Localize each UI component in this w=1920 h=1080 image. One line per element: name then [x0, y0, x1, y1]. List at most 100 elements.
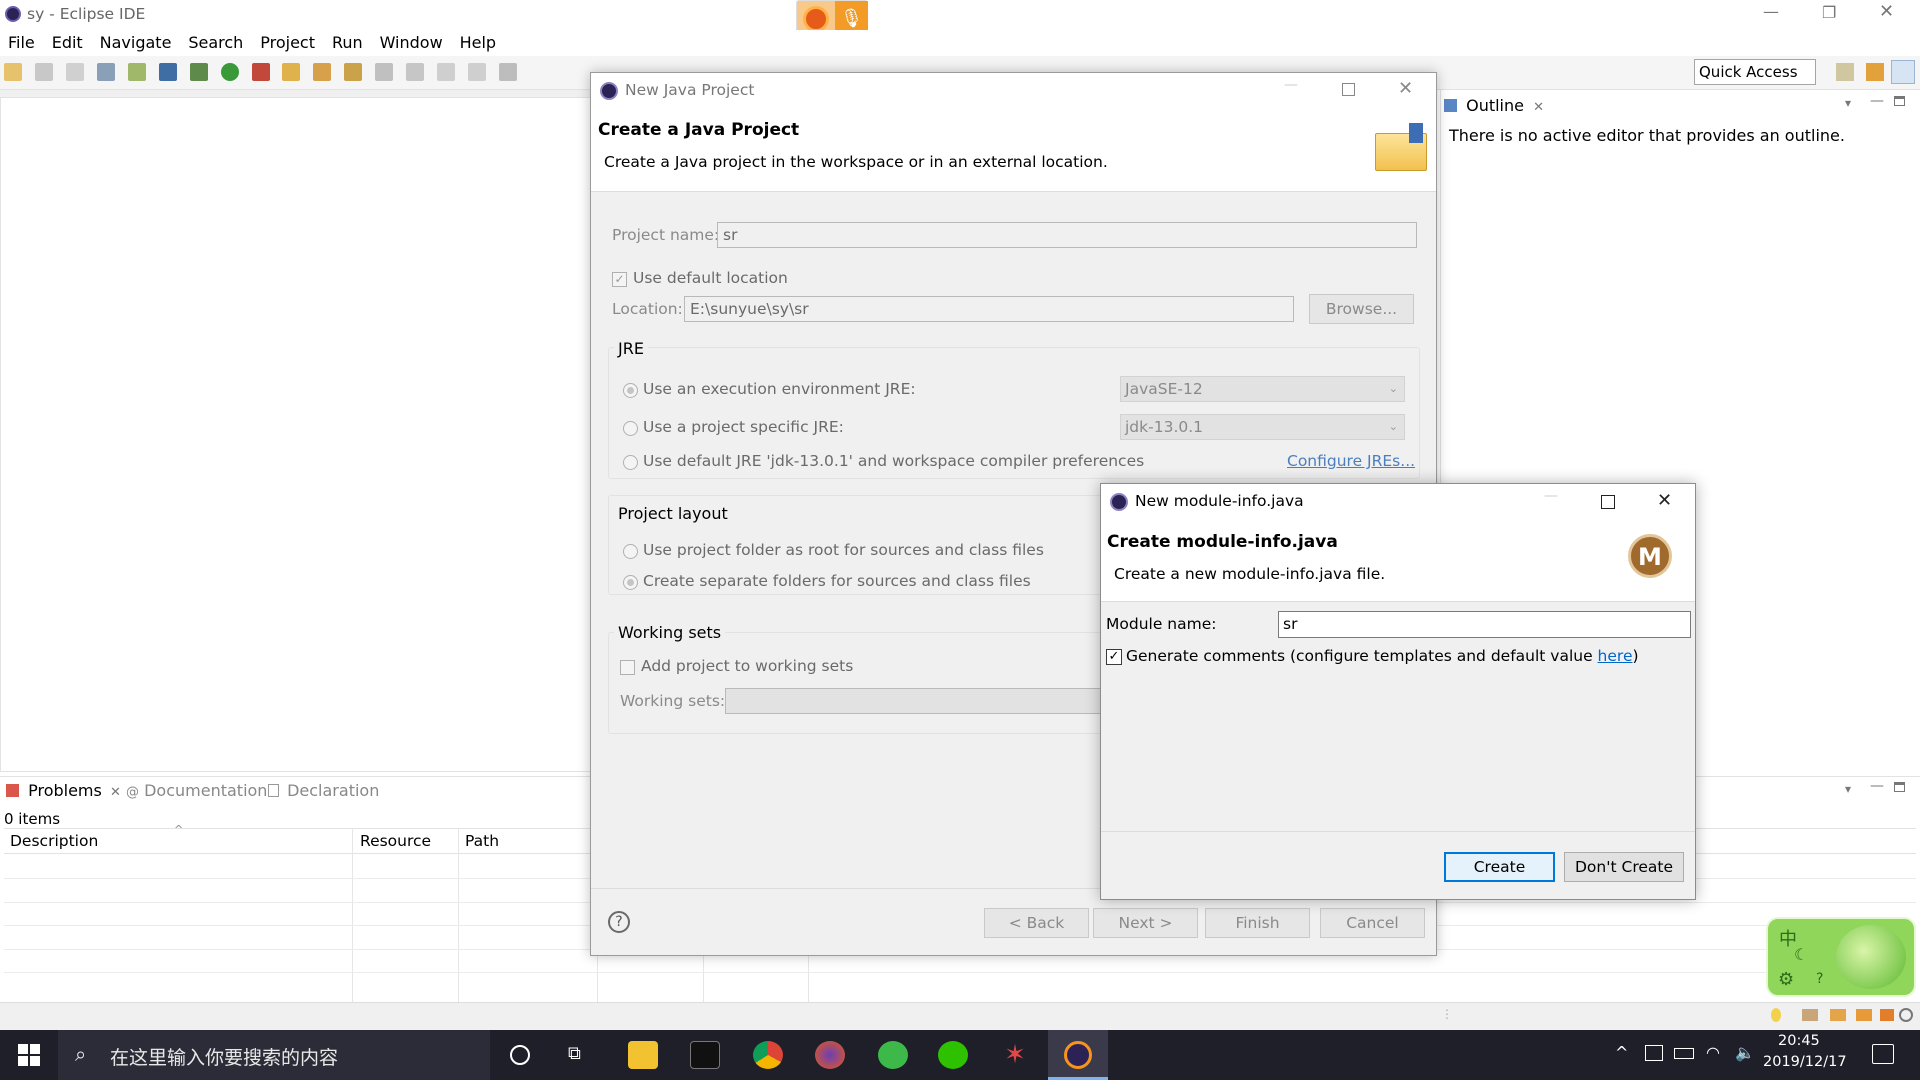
wechat-icon[interactable] [938, 1041, 968, 1069]
coverage-icon[interactable] [251, 63, 270, 81]
menu-navigate[interactable]: Navigate [94, 30, 178, 55]
chrome-icon[interactable] [753, 1041, 783, 1069]
menu-run[interactable]: Run [326, 30, 369, 55]
maximize-icon[interactable] [1601, 495, 1615, 509]
open-folder-icon[interactable] [282, 63, 301, 81]
outline-maximize-icon[interactable] [1894, 96, 1905, 106]
firefox-icon[interactable] [815, 1041, 845, 1069]
menu-help[interactable]: Help [454, 30, 502, 55]
menu-project[interactable]: Project [254, 30, 321, 55]
tray-overflow-icon[interactable]: ^ [1615, 1043, 1628, 1062]
close-tab-icon[interactable]: ✕ [110, 785, 121, 800]
cortana-icon[interactable] [510, 1045, 530, 1065]
jre-default-radio[interactable] [623, 455, 638, 470]
col-description[interactable]: Description [10, 832, 98, 850]
create-button[interactable]: Create [1444, 852, 1555, 882]
module-name-input[interactable]: sr [1278, 611, 1691, 638]
outline-view-menu-icon[interactable]: ▾ [1845, 96, 1851, 110]
col-resource[interactable]: Resource [360, 832, 431, 850]
debug-icon[interactable] [189, 63, 208, 81]
minimize-icon[interactable]: — [1763, 2, 1779, 21]
firefox-icon[interactable] [803, 6, 829, 32]
open-project-icon[interactable] [344, 63, 363, 81]
minimize-icon[interactable]: — [1284, 77, 1298, 93]
close-icon[interactable]: ✕ [1879, 1, 1894, 22]
project-name-input[interactable]: sr [717, 222, 1417, 248]
clock-date[interactable]: 2019/12/17 [1763, 1054, 1847, 1070]
bottom-maximize-icon[interactable] [1894, 782, 1905, 792]
java-ee-perspective-icon[interactable] [1866, 63, 1884, 81]
next-button[interactable]: Next > [1093, 908, 1198, 938]
generate-comments-checkbox[interactable]: ✓ [1106, 649, 1122, 665]
back-button[interactable]: < Back [984, 908, 1089, 938]
jre-env-select[interactable]: JavaSE-12 ⌄ [1120, 376, 1405, 402]
jre-env-radio[interactable] [623, 383, 638, 398]
network-tool-icon[interactable]: ✶ [1000, 1041, 1030, 1069]
forward-icon[interactable] [468, 63, 487, 81]
ime-floating-panel[interactable]: 中 ☾ ⚙ ? [1766, 917, 1916, 997]
file-explorer-icon[interactable] [628, 1041, 658, 1069]
menu-window[interactable]: Window [374, 30, 449, 55]
open-perspective-icon[interactable] [1836, 63, 1854, 81]
finish-button[interactable]: Finish [1205, 908, 1310, 938]
menu-edit[interactable]: Edit [46, 30, 89, 55]
location-input[interactable]: E:\sunyue\sy\sr [684, 296, 1294, 322]
configure-jres-link[interactable]: Configure JREs... [1287, 452, 1415, 470]
outline-minimize-icon[interactable]: — [1870, 93, 1884, 109]
browse-button[interactable]: Browse... [1309, 294, 1414, 324]
tray-app-icon[interactable] [1645, 1045, 1663, 1061]
eclipse-taskbar-item[interactable] [1048, 1030, 1108, 1080]
new-icon[interactable] [4, 63, 22, 81]
status-tool-icon[interactable] [1830, 1009, 1846, 1021]
restore-icon[interactable]: ❐ [1822, 3, 1836, 22]
jre-specific-radio[interactable] [623, 421, 638, 436]
ime-help-icon[interactable]: ? [1816, 971, 1823, 987]
volume-icon[interactable]: 🔈 [1735, 1043, 1755, 1062]
ime-settings-icon[interactable]: ⚙ [1778, 969, 1794, 990]
col-path[interactable]: Path [465, 832, 499, 850]
close-icon[interactable]: ✕ [1657, 490, 1672, 511]
back-icon[interactable] [437, 63, 456, 81]
tab-documentation[interactable]: @ Documentation [126, 781, 267, 800]
close-tab-icon[interactable]: ✕ [1533, 100, 1544, 115]
outline-tab[interactable]: Outline ✕ [1444, 96, 1544, 120]
tab-problems[interactable]: Problems ✕ [6, 781, 121, 800]
taskbar-search-box[interactable]: ⌕ 在这里输入你要搜索的内容 [58, 1030, 490, 1080]
layout-separate-radio[interactable] [623, 575, 638, 590]
pin-icon[interactable] [499, 63, 517, 81]
save-all-icon[interactable] [65, 63, 84, 81]
save-icon[interactable] [34, 63, 53, 81]
cancel-button[interactable]: Cancel [1320, 908, 1425, 938]
next-annotation-icon[interactable] [406, 63, 425, 81]
java-perspective-icon[interactable] [1891, 60, 1915, 84]
task-view-icon[interactable]: ⧉ [568, 1043, 590, 1065]
tip-icon[interactable] [1771, 1008, 1781, 1022]
help-icon[interactable]: ? [608, 911, 630, 933]
menu-file[interactable]: File [0, 30, 41, 55]
close-icon[interactable]: ✕ [1398, 78, 1413, 99]
layout-root-radio[interactable] [623, 544, 638, 559]
menu-search[interactable]: Search [182, 30, 249, 55]
bottom-minimize-icon[interactable]: — [1870, 778, 1884, 794]
maximize-icon[interactable] [1342, 83, 1355, 96]
run-icon[interactable] [220, 63, 239, 81]
dont-create-button[interactable]: Don't Create [1564, 852, 1684, 882]
open-type-icon[interactable] [127, 63, 146, 81]
status-tool-icon[interactable] [1899, 1008, 1913, 1022]
browser-icon[interactable] [878, 1041, 908, 1069]
status-tool-icon[interactable] [1802, 1009, 1818, 1021]
clock-time[interactable]: 20:45 [1778, 1033, 1820, 1049]
wifi-icon[interactable]: ◠ [1706, 1043, 1720, 1062]
bottom-view-menu-icon[interactable]: ▾ [1845, 782, 1851, 796]
status-tool-icon[interactable] [1880, 1009, 1894, 1021]
notification-icon[interactable] [1872, 1044, 1894, 1064]
quick-access-input[interactable]: Quick Access [1694, 59, 1816, 85]
task-icon[interactable] [313, 63, 332, 81]
minimize-icon[interactable]: — [1544, 488, 1558, 504]
battery-icon[interactable] [1674, 1048, 1694, 1059]
status-tool-icon[interactable] [1856, 1009, 1872, 1021]
annotation-icon[interactable] [375, 63, 394, 81]
use-default-location-checkbox[interactable]: ✓ [612, 272, 627, 287]
windows-start-icon[interactable] [18, 1044, 40, 1066]
jre-specific-select[interactable]: jdk-13.0.1 ⌄ [1120, 414, 1405, 440]
